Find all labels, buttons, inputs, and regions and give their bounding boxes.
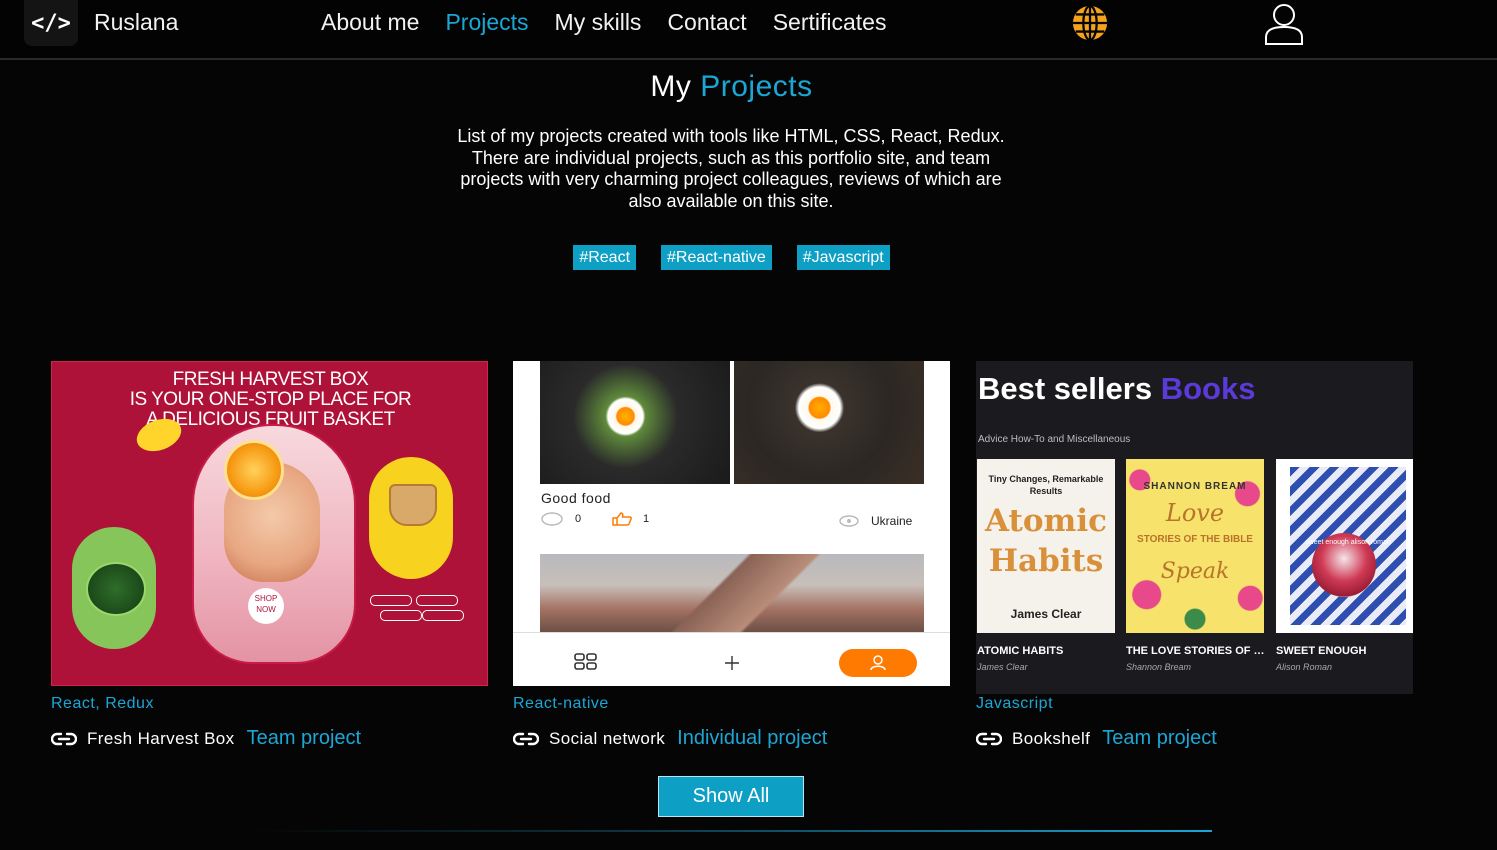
link-icon[interactable] [976,732,1002,746]
link-icon[interactable] [513,732,539,746]
link-icon[interactable] [51,732,77,746]
project-card-fresh-harvest: FRESH HARVEST BOX IS YOUR ONE-STOP PLACE… [51,361,488,750]
nav-contact[interactable]: Contact [667,9,746,36]
cover-tagline: Tiny Changes, Remarkable Results [988,474,1104,496]
nav-sertificates[interactable]: Sertificates [773,9,887,36]
cover-title: Love [1165,499,1225,527]
project-name[interactable]: Social network [549,729,665,749]
grid-icon [574,653,597,670]
cover-author: SHANNON BREAM [1143,481,1247,492]
section-title-accent: Projects [700,70,813,103]
cover-title: sweet enough alison roman [1305,539,1391,546]
cover-title: Atomic Habits [985,503,1107,579]
project-kind: Team project [1102,727,1217,749]
basket-image [389,484,437,526]
project-footer: Fresh Harvest Box Team project [51,727,488,750]
book-author: James Clear [977,662,1028,672]
book-author: Shannon Bream [1126,662,1192,672]
top-header: </> Ruslana About me Projects My skills … [0,0,1497,60]
filter-chip [380,610,422,621]
section-title-plain: My [650,70,692,103]
filter-chip [370,595,412,606]
tag-react[interactable]: #React [573,245,637,270]
user-icon [870,655,886,671]
project-preview-social-network[interactable]: Good food 0 1 Ukraine [513,361,950,686]
project-kind: Individual project [677,727,828,749]
project-footer: Bookshelf Team project [976,727,1413,750]
project-preview-bookshelf[interactable]: Best sellers Books Advice How-To and Mis… [976,361,1413,694]
cover-title-end: Speak [1160,559,1230,584]
project-name[interactable]: Bookshelf [1012,729,1090,749]
comments-count: 0 [575,513,582,525]
project-card-bookshelf: Best sellers Books Advice How-To and Mis… [976,361,1413,750]
tag-filter-list: #React #React-native #Javascript [0,245,1463,270]
profile-tab-button [839,649,917,677]
preview-category: Advice How-To and Miscellaneous [978,434,1131,445]
orange-image [224,440,284,500]
book-title: THE LOVE STORIES OF THE BIBLE SPEAK [1126,645,1266,657]
book-cover-image: sweet enough alison roman [1276,459,1413,633]
book-title: SWEET ENOUGH [1276,645,1367,657]
likes-count: 1 [643,513,650,525]
food-photo-image [540,361,730,484]
filter-chip [422,610,464,621]
nav-my-skills[interactable]: My skills [555,9,642,36]
project-name[interactable]: Fresh Harvest Box [87,729,235,749]
post-caption: Good food [541,490,611,506]
section-intro: List of my projects created with tools l… [457,126,1005,211]
globe-icon[interactable] [1071,4,1109,42]
project-tech: React, Redux [51,695,154,712]
cover-subtitle: STORIES OF THE BIBLE [1137,534,1253,545]
food-photo-image [734,361,924,484]
location-text: Ukraine [871,514,913,528]
filter-chip [416,595,458,606]
section-divider [252,830,1212,832]
book-cover-image: Tiny Changes, Remarkable Results Atomic … [977,459,1115,633]
nav-projects[interactable]: Projects [445,9,528,36]
user-icon[interactable] [1263,2,1305,46]
logo-code-icon[interactable]: </> [24,0,78,46]
plus-icon [725,656,739,670]
project-preview-fresh-harvest[interactable]: FRESH HARVEST BOX IS YOUR ONE-STOP PLACE… [51,361,488,686]
preview-title-plain: Best sellers [978,371,1153,406]
watermelon-image [86,562,146,616]
project-kind: Team project [246,727,362,749]
show-all-button[interactable]: Show All [658,776,804,817]
comments-stat: 0 [541,512,581,526]
thumbs-up-icon [612,512,632,526]
preview-title-accent: Books [1160,371,1256,406]
main-nav: About me Projects My skills Contact Sert… [321,9,886,36]
location-stat: Ukraine [839,514,912,528]
brand-name[interactable]: Ruslana [94,9,178,36]
tag-javascript[interactable]: #Javascript [796,245,890,270]
book-title: ATOMIC HABITS [977,645,1064,657]
project-tech: Javascript [976,695,1054,712]
comment-icon [541,512,563,526]
book-cover-image: SHANNON BREAM Love STORIES OF THE BIBLE … [1126,459,1264,633]
section-title: My Projects [0,70,1463,104]
project-tech: React-native [513,695,609,712]
project-footer: Social network Individual project [513,727,950,750]
likes-stat: 1 [611,512,649,526]
map-pin-icon [839,515,859,527]
preview-title: Best sellers Books [978,371,1255,407]
book-author: Alison Roman [1276,662,1333,672]
mountain-peak-image [540,554,924,632]
preview-headline: FRESH HARVEST BOX IS YOUR ONE-STOP PLACE… [129,369,412,430]
tag-react-native[interactable]: #React-native [661,245,772,270]
shop-now-badge: SHOP NOW [248,588,284,624]
nav-about-me[interactable]: About me [321,9,419,36]
project-card-social-network: Good food 0 1 Ukraine React-native Socia… [513,361,950,750]
cover-author: James Clear [1010,607,1082,621]
